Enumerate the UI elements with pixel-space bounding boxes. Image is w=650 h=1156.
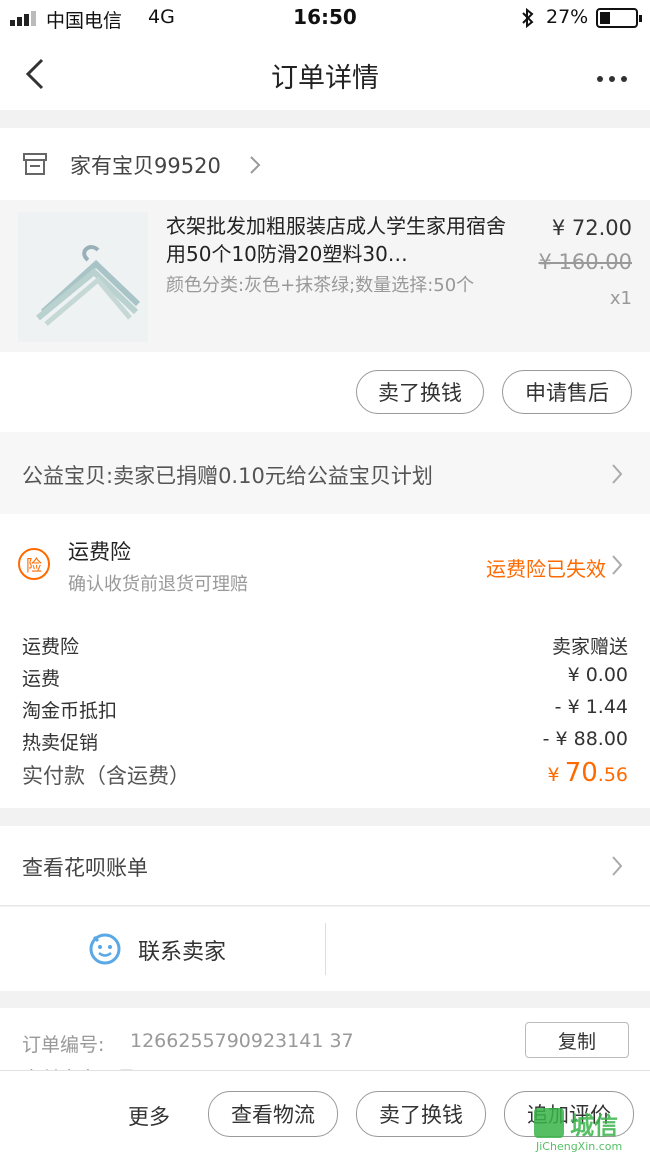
- product-original-price: ¥ 160.00: [538, 250, 632, 274]
- charity-text: 公益宝贝:卖家已捐赠0.10元给公益宝贝计划: [22, 464, 433, 488]
- battery-percent: 27%: [546, 6, 589, 28]
- product-spec: 颜色分类:灰色+抹茶绿;数量选择:50个: [166, 275, 475, 296]
- insurance-badge-icon: 险: [18, 548, 50, 580]
- copy-button[interactable]: 复制: [525, 1022, 629, 1058]
- store-icon: [22, 152, 48, 176]
- contact-seller-label: 联系卖家: [138, 940, 227, 965]
- contact-seller-button[interactable]: 联系卖家: [0, 907, 326, 991]
- after-sale-button[interactable]: 申请售后: [502, 370, 632, 414]
- contact-divider: [325, 923, 326, 975]
- sell-for-cash-bottom-button[interactable]: 卖了换钱: [356, 1091, 486, 1137]
- insurance-chevron-icon: [610, 553, 624, 577]
- summary-value: - ¥ 88.00: [542, 728, 628, 750]
- status-bar: 中国电信 4G 16:50 27%: [0, 0, 650, 38]
- contact-row: 联系卖家: [0, 907, 650, 991]
- watermark-text: 城信: [570, 1112, 618, 1140]
- watermark-logo-icon: [534, 1108, 564, 1138]
- watermark: 城信 JiChengXin.com: [532, 1104, 648, 1154]
- product-item[interactable]: 衣架批发加粗服装店成人学生家用宿舍用50个10防滑20塑料30… 颜色分类:灰色…: [0, 200, 650, 352]
- shop-chevron-icon: [248, 154, 262, 176]
- nav-bar: 订单详情: [0, 38, 650, 110]
- product-image: [18, 212, 148, 342]
- order-number-value: 1266255790923141 37: [130, 1030, 354, 1052]
- summary-label: 运费险: [22, 636, 80, 658]
- charity-row[interactable]: 公益宝贝:卖家已捐赠0.10元给公益宝贝计划: [0, 432, 650, 514]
- total-label: 实付款（含运费）: [22, 764, 190, 788]
- order-number-label: 订单编号:: [22, 1034, 105, 1056]
- summary-row-shipping: 运费 ¥ 0.00: [0, 664, 650, 692]
- charity-chevron-icon: [610, 462, 624, 486]
- insurance-status: 运费险已失效: [486, 557, 606, 581]
- total-currency: ¥: [547, 764, 560, 786]
- chat-smile-icon: [88, 931, 122, 965]
- huabei-row[interactable]: 查看花呗账单: [0, 826, 650, 906]
- summary-label: 运费: [22, 668, 61, 690]
- more-icon[interactable]: [596, 69, 628, 82]
- view-logistics-button[interactable]: 查看物流: [208, 1091, 338, 1137]
- insurance-badge-text: 险: [25, 556, 42, 575]
- insurance-title: 运费险: [68, 540, 131, 564]
- bluetooth-icon: [520, 7, 536, 29]
- total-int: 70: [564, 758, 598, 788]
- summary-row-promo: 热卖促销 - ¥ 88.00: [0, 728, 650, 756]
- battery-icon: [596, 8, 642, 28]
- summary-label: 热卖促销: [22, 732, 99, 754]
- huabei-text: 查看花呗账单: [22, 856, 148, 880]
- insurance-row[interactable]: 险 运费险 确认收货前退货可理赔 运费险已失效: [0, 522, 650, 612]
- product-quantity: x1: [609, 288, 632, 309]
- insurance-subtitle: 确认收货前退货可理赔: [68, 574, 248, 595]
- product-price: ¥ 72.00: [551, 216, 632, 240]
- summary-value: - ¥ 1.44: [554, 696, 628, 718]
- summary-label: 淘金币抵扣: [22, 700, 118, 722]
- sell-for-cash-button[interactable]: 卖了换钱: [356, 370, 484, 414]
- page-title: 订单详情: [271, 63, 379, 94]
- summary-value: 卖家赠送: [551, 636, 628, 658]
- huabei-chevron-icon: [610, 854, 624, 878]
- summary-row-total: 实付款（含运费） ¥ 70.56: [0, 758, 650, 794]
- total-amount: ¥ 70.56: [548, 758, 629, 788]
- shop-row[interactable]: 家有宝贝99520: [0, 128, 650, 200]
- total-dec: .56: [597, 764, 628, 786]
- more-actions-button[interactable]: 更多: [128, 1101, 170, 1131]
- shop-name: 家有宝贝99520: [70, 154, 221, 178]
- watermark-url: JiChengXin.com: [536, 1140, 623, 1153]
- summary-row-coins: 淘金币抵扣 - ¥ 1.44: [0, 696, 650, 724]
- summary-row-insurance: 运费险 卖家赠送: [0, 632, 650, 660]
- summary-value: ¥ 0.00: [567, 664, 628, 686]
- product-title: 衣架批发加粗服装店成人学生家用宿舍用50个10防滑20塑料30…: [166, 214, 506, 266]
